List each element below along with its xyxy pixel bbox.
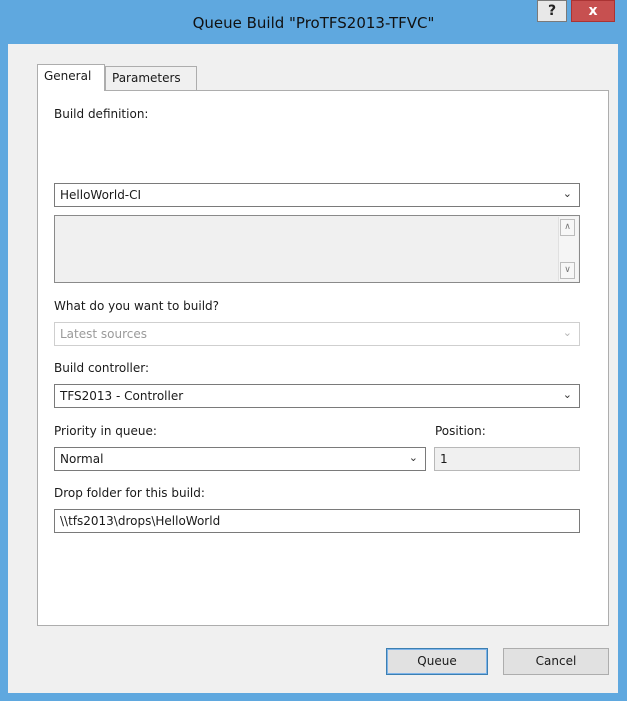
what-to-build-value: Latest sources [60, 327, 147, 341]
build-controller-value: TFS2013 - Controller [60, 389, 184, 403]
what-to-build-label: What do you want to build? [54, 299, 220, 313]
queue-button[interactable]: Queue [386, 648, 488, 675]
close-button[interactable]: x [571, 0, 615, 22]
build-controller-dropdown[interactable]: TFS2013 - Controller ⌄ [54, 384, 580, 408]
general-tab-panel: Build definition: HelloWorld-CI ⌄ ∧ ∨ Wh… [37, 90, 609, 626]
help-button[interactable]: ? [537, 0, 567, 22]
priority-label: Priority in queue: [54, 424, 157, 438]
build-definition-description: ∧ ∨ [54, 215, 580, 283]
chevron-down-icon: ⌄ [562, 326, 572, 339]
drop-folder-input[interactable]: \\tfs2013\drops\HelloWorld [54, 509, 580, 533]
description-scrollbar[interactable]: ∧ ∨ [558, 217, 578, 281]
window-title: Queue Build "ProTFS2013-TFVC" [192, 14, 435, 32]
tab-general[interactable]: General [37, 64, 105, 91]
position-field: 1 [434, 447, 580, 471]
position-label: Position: [435, 424, 486, 438]
what-to-build-dropdown: Latest sources ⌄ [54, 322, 580, 346]
scroll-down-icon[interactable]: ∨ [560, 262, 575, 279]
build-definition-label: Build definition: [54, 107, 149, 121]
title-bar[interactable]: Queue Build "ProTFS2013-TFVC" ? x [0, 0, 627, 44]
queue-build-dialog: Queue Build "ProTFS2013-TFVC" ? x Genera… [0, 0, 627, 701]
drop-folder-value: \\tfs2013\drops\HelloWorld [60, 514, 221, 528]
priority-dropdown[interactable]: Normal ⌄ [54, 447, 426, 471]
chevron-down-icon: ⌄ [562, 388, 572, 401]
priority-value: Normal [60, 452, 104, 466]
dialog-client-area: General Parameters Build definition: Hel… [8, 44, 618, 693]
tab-parameters[interactable]: Parameters [105, 66, 197, 90]
scroll-up-icon[interactable]: ∧ [560, 219, 575, 236]
chevron-down-icon: ⌄ [408, 451, 418, 464]
build-definition-dropdown[interactable]: HelloWorld-CI ⌄ [54, 183, 580, 207]
position-value: 1 [440, 452, 448, 466]
drop-folder-label: Drop folder for this build: [54, 486, 205, 500]
build-definition-value: HelloWorld-CI [60, 188, 142, 202]
build-controller-label: Build controller: [54, 361, 150, 375]
chevron-down-icon: ⌄ [562, 187, 572, 200]
cancel-button[interactable]: Cancel [503, 648, 609, 675]
